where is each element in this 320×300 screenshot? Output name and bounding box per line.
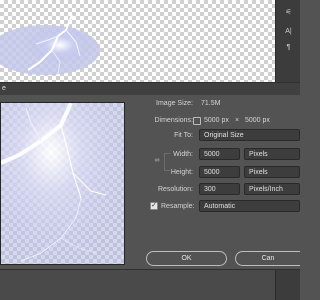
resolution-value: 300: [204, 186, 216, 193]
resample-select[interactable]: Automatic: [199, 200, 300, 212]
cancel-button[interactable]: Can: [235, 251, 300, 266]
sliders-glyph: ⚟: [285, 8, 292, 16]
dialog-titlebar[interactable]: e: [0, 83, 300, 95]
height-value: 5000: [204, 169, 220, 176]
width-unit-select[interactable]: Pixels: [244, 148, 300, 160]
height-unit-select[interactable]: Pixels: [244, 166, 300, 178]
dimensions-menu-icon[interactable]: [193, 117, 201, 125]
paragraph-glyph: ¶: [286, 44, 291, 51]
dialog-title: e: [2, 85, 6, 92]
lightning-image: [0, 14, 100, 75]
dimensions-width: 5000 px: [204, 117, 229, 124]
resample-value: Automatic: [204, 203, 236, 210]
fit-to-select[interactable]: Original Size: [199, 129, 300, 141]
height-label: Height:: [170, 169, 193, 176]
text-cursor-glyph: A|: [285, 28, 292, 35]
paragraph-icon[interactable]: ¶: [281, 40, 296, 55]
resolution-label: Resolution:: [157, 186, 193, 193]
text-cursor-icon[interactable]: A|: [281, 24, 296, 39]
width-unit: Pixels: [249, 151, 268, 158]
image-size-dialog: e Image Size: 71.5M Dimensions: 5000 px …: [0, 82, 300, 270]
width-label: Width:: [173, 151, 193, 158]
fit-to-value: Original Size: [204, 132, 244, 139]
dimensions-label: Dimensions:: [154, 117, 193, 124]
image-size-value: 71.5M: [201, 100, 221, 107]
resample-label: Resample:: [161, 203, 195, 210]
resample-checkbox[interactable]: ✓: [150, 202, 158, 210]
dimensions-separator: ×: [235, 117, 240, 124]
height-unit: Pixels: [249, 169, 268, 176]
resolution-unit-select[interactable]: Pixels/Inch: [244, 183, 300, 195]
fit-to-label: Fit To:: [174, 132, 193, 139]
resolution-unit: Pixels/Inch: [249, 186, 283, 193]
ok-button[interactable]: OK: [146, 251, 227, 266]
dimensions-height: 5000 px: [245, 117, 270, 124]
workspace-bottom: [0, 270, 275, 300]
resolution-input[interactable]: 300: [199, 183, 240, 195]
preview-lightning-image: [1, 103, 124, 264]
image-preview[interactable]: [0, 102, 125, 265]
width-value: 5000: [204, 151, 220, 158]
document-canvas[interactable]: [0, 0, 275, 82]
sliders-icon[interactable]: ⚟: [281, 4, 296, 19]
width-input[interactable]: 5000: [199, 148, 240, 160]
height-input[interactable]: 5000: [199, 166, 240, 178]
image-size-label: Image Size:: [156, 100, 193, 107]
